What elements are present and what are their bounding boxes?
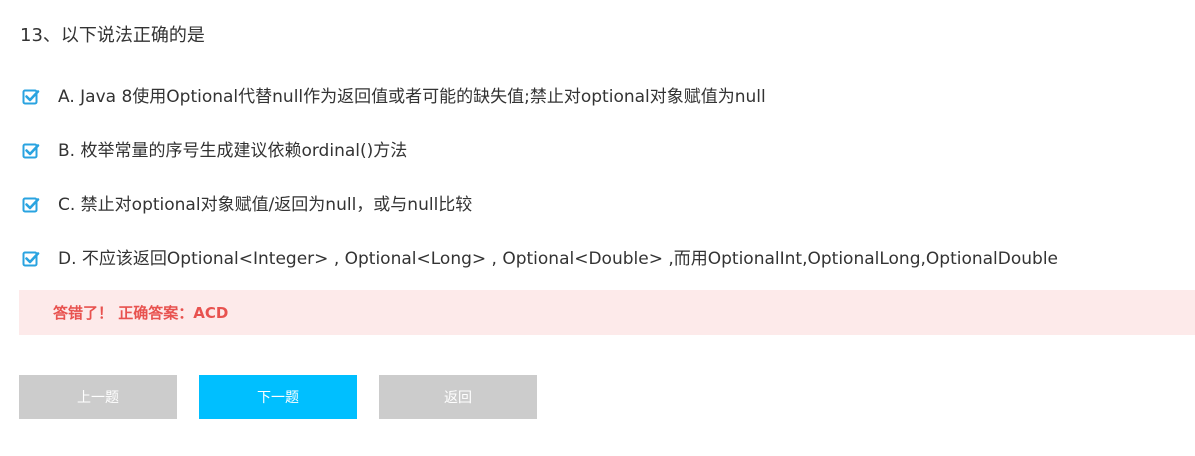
checkbox-checked-icon[interactable] [22, 250, 40, 268]
option-d[interactable]: D. 不应该返回Optional<Integer> , Optional<Lon… [22, 246, 1058, 272]
option-label: C. 禁止对optional对象赋值/返回为null，或与null比较 [58, 195, 473, 215]
checkbox-checked-icon[interactable] [22, 196, 40, 214]
option-a[interactable]: A. Java 8使用Optional代替null作为返回值或者可能的缺失值;禁… [22, 84, 766, 110]
option-b[interactable]: B. 枚举常量的序号生成建议依赖ordinal()方法 [22, 138, 407, 164]
option-c[interactable]: C. 禁止对optional对象赋值/返回为null，或与null比较 [22, 192, 472, 218]
checkbox-checked-icon[interactable] [22, 88, 40, 106]
question-title: 13、以下说法正确的是 [20, 25, 205, 46]
next-question-button[interactable]: 下一题 [199, 375, 357, 419]
result-text: 答错了！ 正确答案：ACD [53, 304, 229, 322]
option-label: A. Java 8使用Optional代替null作为返回值或者可能的缺失值;禁… [58, 87, 766, 107]
prev-question-button[interactable]: 上一题 [19, 375, 177, 419]
option-label: D. 不应该返回Optional<Integer> , Optional<Lon… [58, 249, 1059, 269]
result-banner: 答错了！ 正确答案：ACD [19, 290, 1195, 335]
back-button[interactable]: 返回 [379, 375, 537, 419]
option-label: B. 枚举常量的序号生成建议依赖ordinal()方法 [58, 141, 408, 161]
checkbox-checked-icon[interactable] [22, 142, 40, 160]
